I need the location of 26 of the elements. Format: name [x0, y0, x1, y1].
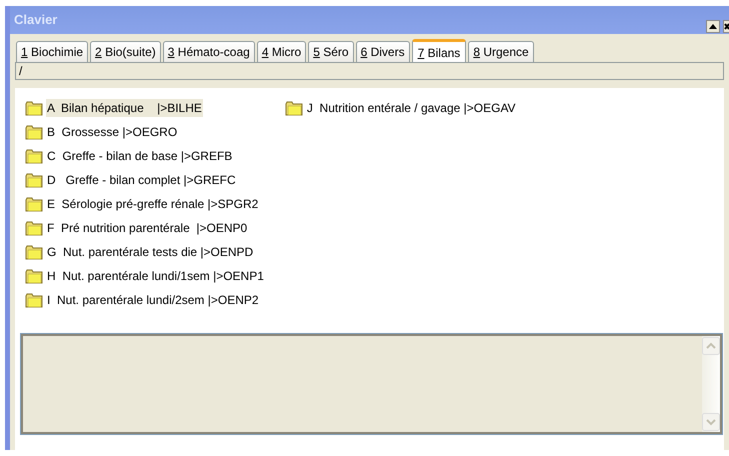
- folder-icon: [25, 148, 43, 164]
- list-item[interactable]: A Bilan hépatique |>BILHE: [46, 99, 203, 117]
- tab[interactable]: 7 Bilans: [412, 39, 466, 63]
- collapse-icon[interactable]: [706, 20, 720, 33]
- tab[interactable]: 3 Hémato-coag: [162, 41, 255, 62]
- folder-icon: [25, 124, 43, 140]
- text-area[interactable]: [21, 334, 722, 434]
- scroll-up-icon[interactable]: [702, 337, 720, 355]
- folder-icon: [25, 244, 43, 260]
- folder-icon: [25, 220, 43, 236]
- tab[interactable]: 8 Urgence: [468, 41, 534, 62]
- tab[interactable]: 2 Bio(suite): [90, 41, 161, 62]
- folder-icon: [25, 172, 43, 188]
- tab[interactable]: 6 Divers: [356, 41, 410, 62]
- tab[interactable]: 4 Micro: [256, 41, 306, 62]
- close-icon[interactable]: [723, 20, 729, 33]
- folder-icon: [25, 292, 43, 308]
- window-title: Clavier: [14, 11, 58, 30]
- folder-icon: [284, 100, 303, 116]
- folder-icon: [25, 100, 43, 116]
- scroll-down-icon[interactable]: [702, 413, 720, 431]
- tab[interactable]: 5 Séro: [308, 41, 354, 62]
- tab[interactable]: 1 Biochimie: [16, 41, 88, 62]
- folder-icon: [25, 268, 43, 284]
- scrollbar[interactable]: [702, 336, 720, 432]
- folder-icon: [25, 196, 43, 212]
